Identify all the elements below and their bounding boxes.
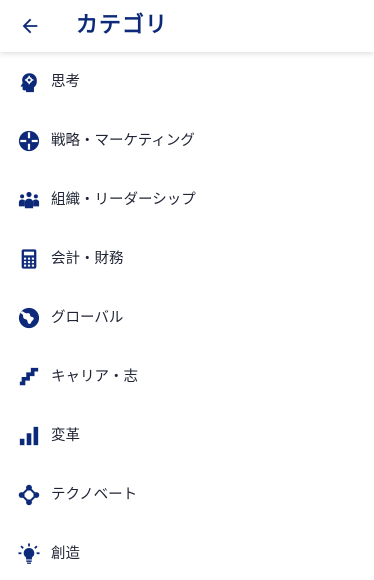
category-item-technovate[interactable]: テクノベート (0, 465, 374, 524)
category-item-strategy-marketing[interactable]: 戦略・マーケティング (0, 111, 374, 170)
category-item-global[interactable]: グローバル (0, 288, 374, 347)
back-button[interactable] (14, 10, 46, 42)
category-label: グローバル (51, 309, 124, 326)
lightbulb-icon (18, 542, 40, 565)
category-label: キャリア・志 (51, 368, 138, 385)
category-label: 組織・リーダーシップ (51, 191, 196, 208)
network-diamond-icon (18, 484, 40, 506)
app-bar: カテゴリ (0, 0, 374, 52)
stairs-icon (18, 366, 40, 388)
category-item-thinking[interactable]: 思考 (0, 52, 374, 111)
globe-icon (18, 307, 40, 329)
page-title: カテゴリ (76, 13, 169, 38)
category-item-accounting-finance[interactable]: 会計・財務 (0, 229, 374, 288)
category-label: 会計・財務 (51, 250, 124, 267)
category-label: 変革 (51, 427, 80, 444)
category-item-organization-leadership[interactable]: 組織・リーダーシップ (0, 170, 374, 229)
crosshair-icon (18, 130, 40, 152)
category-screen: カテゴリ 思考 戦略・マーケティング 組織・リーダーシップ 会計・財務 グローバ… (0, 0, 374, 580)
category-item-creativity[interactable]: 創造 (0, 524, 374, 580)
bar-chart-icon (18, 425, 40, 447)
category-label: 思考 (51, 73, 80, 90)
people-group-icon (18, 189, 40, 211)
category-label: テクノベート (51, 486, 138, 503)
category-list: 思考 戦略・マーケティング 組織・リーダーシップ 会計・財務 グローバル キャリ… (0, 52, 374, 580)
category-item-transformation[interactable]: 変革 (0, 406, 374, 465)
category-item-career-aspiration[interactable]: キャリア・志 (0, 347, 374, 406)
category-label: 創造 (51, 545, 80, 562)
arrow-left-icon (19, 15, 41, 37)
category-label: 戦略・マーケティング (51, 132, 195, 149)
head-gear-icon (18, 71, 40, 93)
calculator-icon (18, 248, 40, 270)
